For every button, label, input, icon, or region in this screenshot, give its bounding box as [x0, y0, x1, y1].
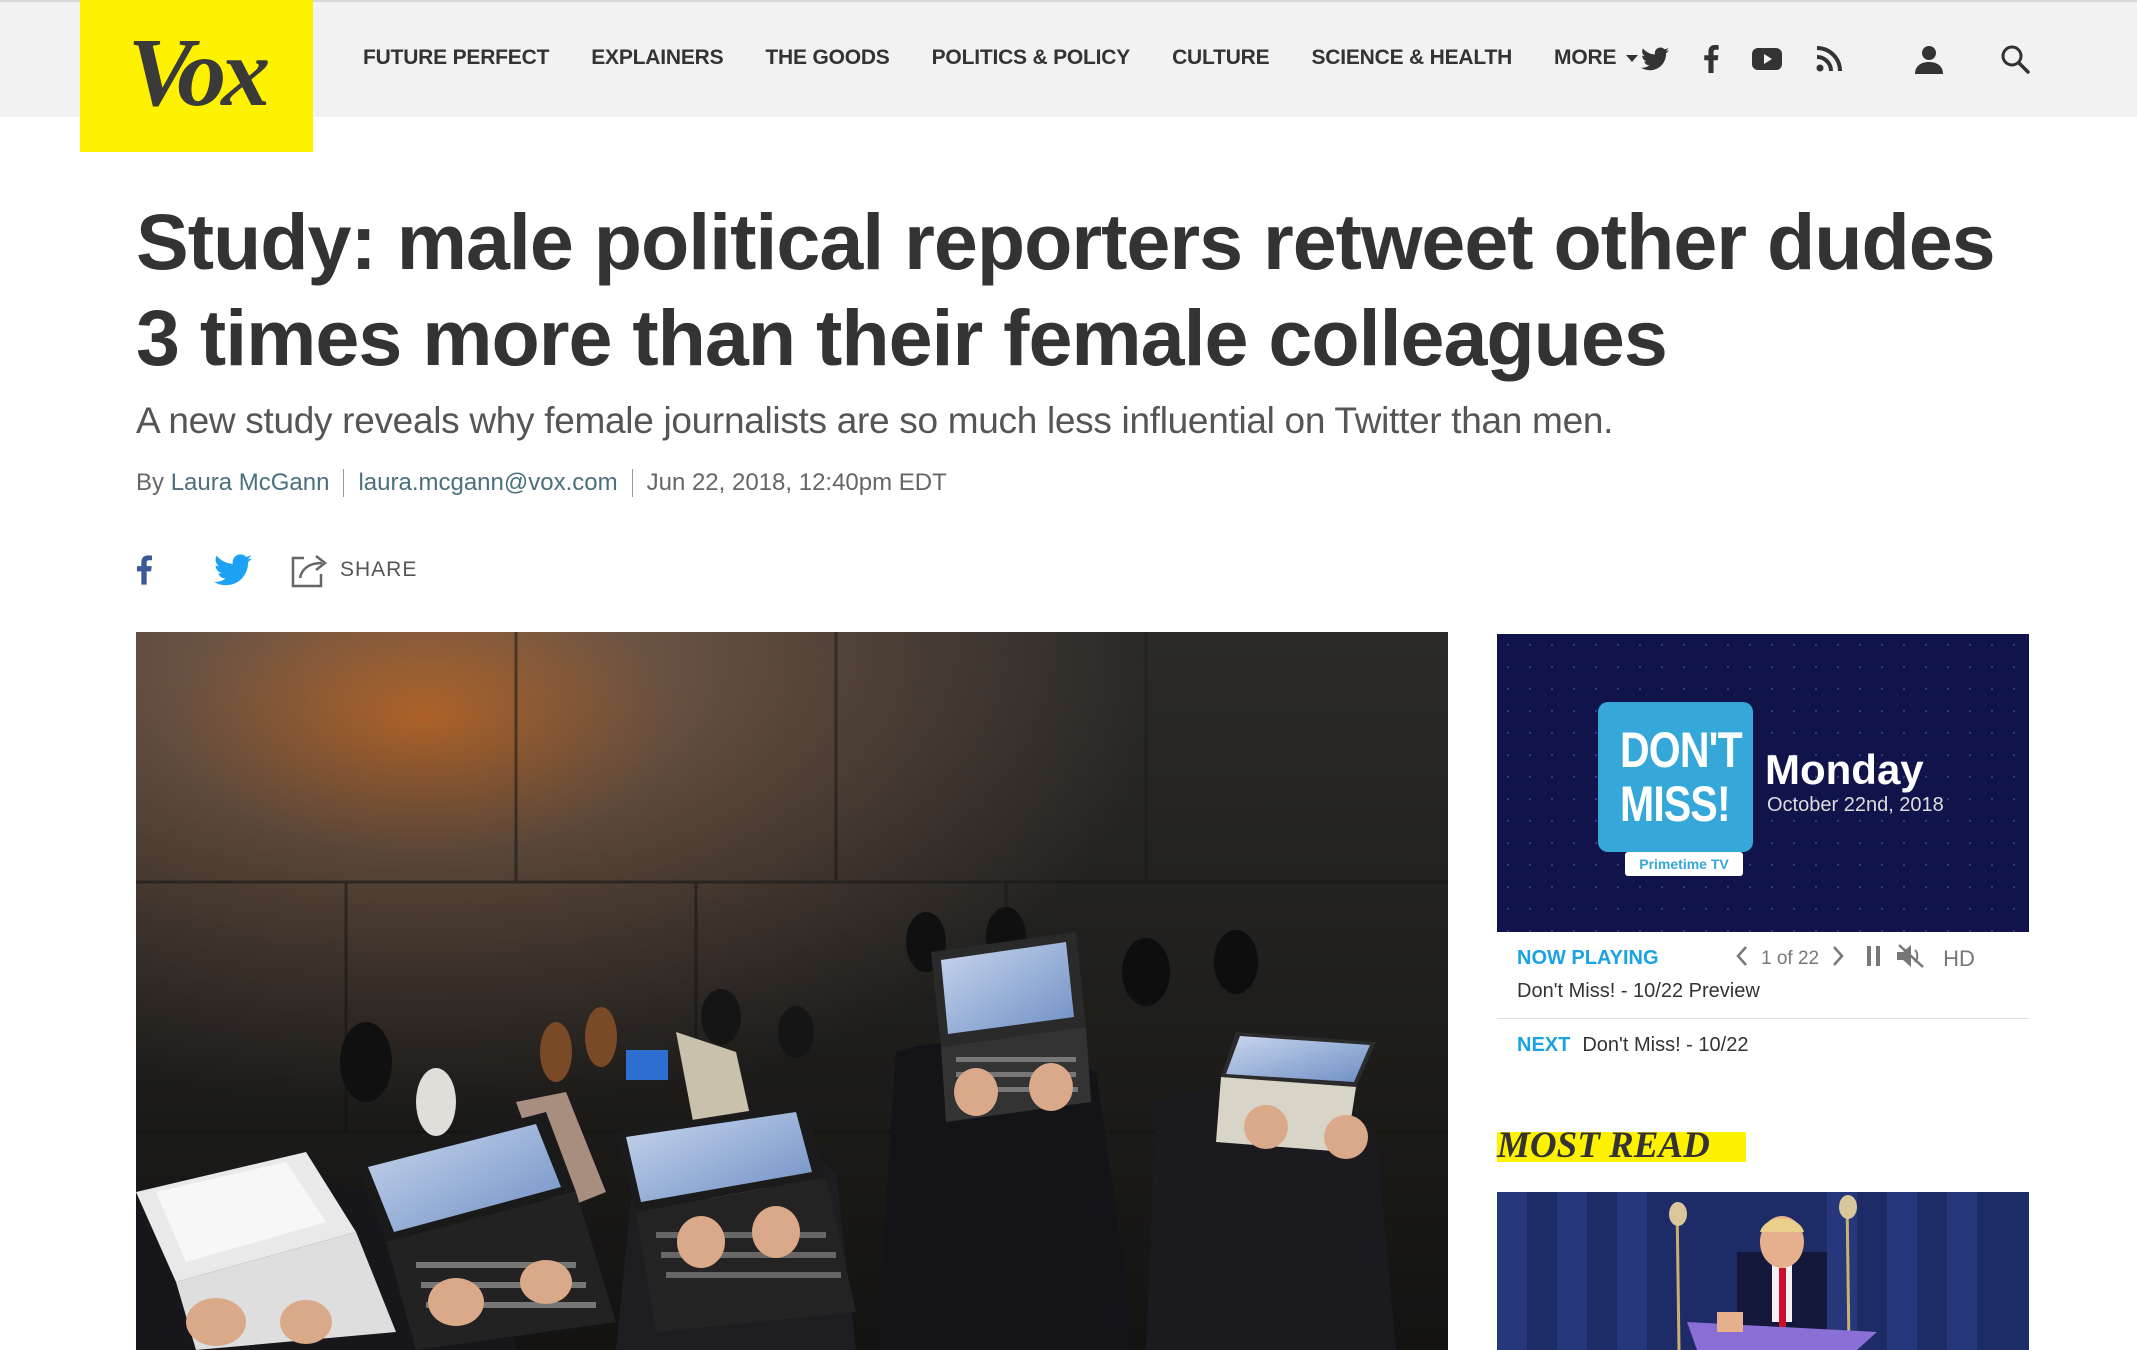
site-header: FUTURE PERFECT EXPLAINERS THE GOODS POLI…: [0, 0, 2137, 117]
chevron-down-icon: [1626, 54, 1639, 62]
share-icon[interactable]: [290, 552, 328, 588]
byline-divider: [343, 469, 345, 497]
nav-culture[interactable]: CULTURE: [1172, 46, 1270, 70]
share-bar: SHARE: [136, 548, 417, 592]
promo-day: Monday: [1765, 746, 1924, 793]
video-controls: NOW PLAYING 1 of 22 HD: [1517, 943, 2027, 975]
search-icon[interactable]: [1998, 42, 2032, 76]
now-playing-label: NOW PLAYING: [1517, 947, 1659, 969]
dont-miss-badge: DON'T MISS!: [1598, 702, 1753, 852]
logo-text: Vox: [127, 19, 270, 127]
article-headline: Study: male political reporters retweet …: [136, 197, 1996, 382]
author-link[interactable]: Laura McGann: [171, 469, 330, 497]
promo-line-2: MISS!: [1620, 776, 1731, 832]
hero-photo-reporters-laptops: [136, 632, 1448, 1350]
nav-politics-policy[interactable]: POLITICS & POLICY: [932, 46, 1131, 70]
playlist-position: 1 of 22: [1761, 948, 1820, 969]
most-read-thumbnail[interactable]: [1497, 1192, 2029, 1350]
byline: By Laura McGann laura.mcgann@vox.com Jun…: [136, 469, 947, 497]
chevron-left-icon[interactable]: [1735, 945, 1749, 973]
most-read-label: MOST READ: [1497, 1125, 1710, 1166]
video-background-pattern: [1497, 634, 2029, 932]
facebook-icon[interactable]: [1694, 42, 1728, 76]
youtube-icon[interactable]: [1750, 42, 1784, 76]
next-title: Don't Miss! - 10/22: [1582, 1034, 1749, 1056]
byline-prefix: By: [136, 469, 165, 496]
twitter-icon[interactable]: [1638, 42, 1672, 76]
user-icon[interactable]: [1912, 42, 1946, 76]
nav-the-goods[interactable]: THE GOODS: [765, 46, 889, 70]
divider: [1497, 1018, 2029, 1019]
rss-icon[interactable]: [1812, 42, 1846, 76]
publish-date: Jun 22, 2018, 12:40pm EDT: [646, 469, 947, 496]
main-nav: FUTURE PERFECT EXPLAINERS THE GOODS POLI…: [363, 46, 1658, 70]
next-label: NEXT: [1517, 1034, 1571, 1056]
thumbnail-photo: [1497, 1192, 2029, 1350]
mute-icon[interactable]: [1895, 943, 1925, 975]
chevron-right-icon[interactable]: [1831, 945, 1845, 973]
article-dek: A new study reveals why female journalis…: [136, 400, 1614, 441]
promo-date: October 22nd, 2018: [1767, 794, 1944, 816]
playlist-controls: 1 of 22 HD: [1735, 943, 1987, 975]
nav-future-perfect[interactable]: FUTURE PERFECT: [363, 46, 549, 70]
now-playing-title[interactable]: Don't Miss! - 10/22 Preview: [1517, 980, 1760, 1003]
video-player[interactable]: DON'T MISS! Primetime TV Monday October …: [1497, 634, 2029, 932]
promo-line-1: DON'T: [1620, 722, 1743, 778]
nav-explainers[interactable]: EXPLAINERS: [591, 46, 723, 70]
byline-divider: [631, 469, 633, 497]
facebook-share-icon[interactable]: [136, 554, 152, 586]
nav-more-dropdown[interactable]: MORE: [1554, 46, 1639, 70]
hd-toggle[interactable]: HD: [1943, 946, 1975, 972]
pause-icon[interactable]: [1865, 945, 1883, 973]
share-label[interactable]: SHARE: [340, 558, 417, 582]
promo-tag: Primetime TV: [1625, 852, 1743, 876]
most-read-heading: MOST READ: [1497, 1124, 1746, 1166]
vox-logo[interactable]: Vox: [80, 0, 313, 152]
author-email-link[interactable]: laura.mcgann@vox.com: [358, 469, 617, 497]
next-video[interactable]: NEXT Don't Miss! - 10/22: [1517, 1034, 1748, 1057]
nav-science-health[interactable]: SCIENCE & HEALTH: [1311, 46, 1512, 70]
twitter-share-icon[interactable]: [214, 554, 252, 586]
hero-image: [136, 632, 1448, 1350]
nav-more-label: MORE: [1554, 46, 1617, 69]
